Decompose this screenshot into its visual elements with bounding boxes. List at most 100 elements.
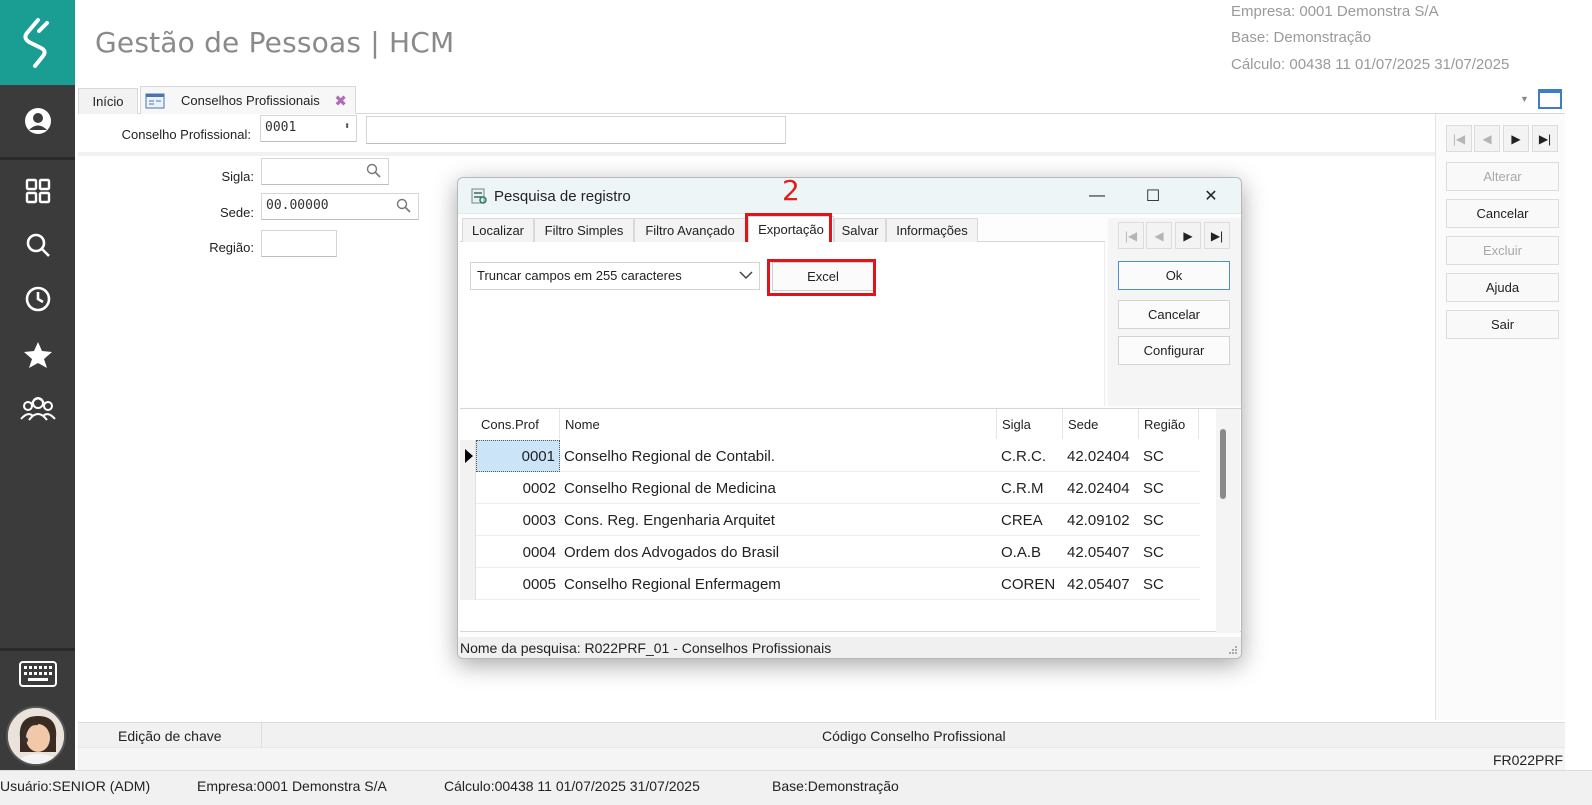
dialog-first-record-button[interactable]: |◀ bbox=[1118, 222, 1144, 249]
table-row[interactable]: 0003 Cons. Reg. Engenharia Arquitet CREA 42… bbox=[460, 504, 1200, 536]
previous-record-button[interactable]: ◀ bbox=[1474, 125, 1500, 152]
conselho-profissional-combo[interactable]: 0001 ⬍ bbox=[260, 115, 357, 142]
conselho-descricao-field[interactable] bbox=[366, 116, 786, 144]
minimize-button[interactable]: — bbox=[1082, 184, 1112, 208]
tab-salvar[interactable]: Salvar bbox=[834, 218, 886, 242]
column-header-sede[interactable]: Sede bbox=[1063, 409, 1139, 439]
regiao-cell[interactable]: SC bbox=[1143, 440, 1199, 472]
combo-stepper-icon[interactable]: ⬍ bbox=[344, 121, 350, 132]
team-support-icon[interactable] bbox=[0, 386, 75, 430]
tab-inicio[interactable]: Início bbox=[78, 88, 138, 114]
status-hint-text: Código Conselho Profissional bbox=[822, 728, 1006, 744]
tab-list-dropdown-icon[interactable]: ▼ bbox=[1520, 94, 1529, 104]
ajuda-button[interactable]: Ajuda bbox=[1446, 273, 1559, 302]
history-clock-icon[interactable] bbox=[0, 277, 75, 321]
sede-cell[interactable]: 42.02404 bbox=[1067, 440, 1139, 472]
alterar-button[interactable]: Alterar bbox=[1446, 162, 1559, 191]
tab-filtro-simples[interactable]: Filtro Simples bbox=[534, 218, 634, 242]
nome-cell[interactable]: Cons. Reg. Engenharia Arquitet bbox=[564, 504, 994, 536]
form-code-bar: FR022PRF bbox=[78, 747, 1565, 770]
sede-cell[interactable]: 42.05407 bbox=[1067, 568, 1139, 600]
cons-prof-cell[interactable]: 0003 bbox=[476, 504, 560, 536]
sigla-input[interactable] bbox=[261, 158, 389, 185]
sede-search-icon[interactable] bbox=[396, 198, 412, 214]
column-header-regiao[interactable]: Região bbox=[1139, 409, 1199, 439]
nome-cell[interactable]: Conselho Regional de Contabil. bbox=[564, 440, 994, 472]
table-row[interactable]: 0002 Conselho Regional de Medicina C.R.M 42… bbox=[460, 472, 1200, 504]
cancelar-button[interactable]: Cancelar bbox=[1446, 199, 1559, 228]
support-assistant-avatar[interactable] bbox=[6, 706, 66, 766]
keyboard-icon[interactable] bbox=[0, 652, 75, 696]
regiao-cell[interactable]: SC bbox=[1143, 504, 1199, 536]
status-mode-text: Edição de chave bbox=[118, 728, 222, 744]
cons-prof-cell[interactable]: 0005 bbox=[476, 568, 560, 600]
nome-cell[interactable]: Conselho Regional de Medicina bbox=[564, 472, 994, 504]
results-grid: Cons.Prof Nome Sigla Sede Região 0001 Con… bbox=[460, 408, 1241, 633]
tab-conselhos-label: Conselhos Profissionais bbox=[181, 93, 320, 108]
table-row[interactable]: 0001 Conselho Regional de Contabil. C.R.C.… bbox=[460, 440, 1200, 472]
regiao-cell[interactable]: SC bbox=[1143, 472, 1199, 504]
row-indicator[interactable] bbox=[460, 440, 476, 472]
row-indicator[interactable] bbox=[460, 568, 476, 600]
first-record-button[interactable]: |◀ bbox=[1446, 125, 1472, 152]
ok-button[interactable]: Ok bbox=[1118, 261, 1230, 290]
row-indicator[interactable] bbox=[460, 472, 476, 504]
sair-button[interactable]: Sair bbox=[1446, 310, 1559, 339]
favorites-star-icon[interactable] bbox=[0, 333, 75, 377]
sidebar-divider-bottom bbox=[0, 648, 75, 651]
sigla-cell[interactable]: O.A.B bbox=[1001, 536, 1063, 568]
regiao-input[interactable] bbox=[261, 230, 337, 257]
sigla-cell[interactable]: COREN bbox=[1001, 568, 1063, 600]
sede-cell[interactable]: 42.09102 bbox=[1067, 504, 1139, 536]
search-name-status: Nome da pesquisa: R022PRF_01 - Conselhos… bbox=[458, 637, 1241, 658]
regiao-cell[interactable]: SC bbox=[1143, 568, 1199, 600]
sigla-cell[interactable]: CREA bbox=[1001, 504, 1063, 536]
tab-informacoes[interactable]: Informações bbox=[886, 218, 978, 242]
sede-cell[interactable]: 42.05407 bbox=[1067, 536, 1139, 568]
senior-logo[interactable] bbox=[0, 0, 75, 85]
row-indicator[interactable] bbox=[460, 536, 476, 568]
table-row[interactable]: 0005 Conselho Regional Enfermagem COREN 42.… bbox=[460, 568, 1200, 600]
table-row[interactable]: 0004 Ordem dos Advogados do Brasil O.A.B 42… bbox=[460, 536, 1200, 568]
cons-prof-cell[interactable]: 0001 bbox=[476, 440, 560, 472]
nome-cell[interactable]: Ordem dos Advogados do Brasil bbox=[564, 536, 994, 568]
close-dialog-button[interactable]: ✕ bbox=[1196, 184, 1226, 208]
excluir-button[interactable]: Excluir bbox=[1446, 236, 1559, 265]
column-header-nome[interactable]: Nome bbox=[560, 409, 997, 439]
tab-conselhos-profissionais[interactable]: Conselhos Profissionais ✖ bbox=[140, 86, 356, 114]
tab-filtro-avancado[interactable]: Filtro Avançado bbox=[634, 218, 746, 242]
column-header-sigla[interactable]: Sigla bbox=[997, 409, 1063, 439]
cons-prof-cell[interactable]: 0002 bbox=[476, 472, 560, 504]
close-tab-icon[interactable]: ✖ bbox=[334, 92, 347, 110]
sigla-cell[interactable]: C.R.C. bbox=[1001, 440, 1063, 472]
sigla-cell[interactable]: C.R.M bbox=[1001, 472, 1063, 504]
row-indicator[interactable] bbox=[460, 504, 476, 536]
sede-cell[interactable]: 42.02404 bbox=[1067, 472, 1139, 504]
dialog-previous-record-button[interactable]: ◀ bbox=[1146, 222, 1172, 249]
last-record-button[interactable]: ▶| bbox=[1532, 125, 1558, 152]
dialog-next-record-button[interactable]: ▶ bbox=[1175, 222, 1201, 249]
form-window-icon bbox=[145, 93, 165, 108]
column-header-cons-prof[interactable]: Cons.Prof bbox=[476, 409, 560, 439]
configure-button[interactable]: Configurar bbox=[1118, 336, 1230, 365]
dialog-cancel-button[interactable]: Cancelar bbox=[1118, 300, 1230, 329]
session-empresa: Empresa:0001 Demonstra S/A bbox=[197, 778, 387, 794]
tab-localizar[interactable]: Localizar bbox=[462, 218, 534, 242]
sigla-label: Sigla: bbox=[221, 169, 254, 184]
cons-prof-cell[interactable]: 0004 bbox=[476, 536, 560, 568]
grid-scrollbar-thumb[interactable] bbox=[1220, 429, 1226, 499]
regiao-cell[interactable]: SC bbox=[1143, 536, 1199, 568]
apps-grid-icon[interactable] bbox=[0, 169, 75, 213]
maximize-button[interactable]: ☐ bbox=[1138, 184, 1168, 208]
sigla-search-icon[interactable] bbox=[366, 163, 382, 179]
dialog-title-bar[interactable]: Pesquisa de registro — ☐ ✕ bbox=[458, 178, 1241, 214]
dialog-last-record-button[interactable]: ▶| bbox=[1204, 222, 1230, 249]
nome-cell[interactable]: Conselho Regional Enfermagem bbox=[564, 568, 994, 600]
search-icon[interactable] bbox=[0, 223, 75, 267]
sede-input[interactable]: 00.00000 bbox=[261, 193, 419, 220]
next-record-button[interactable]: ▶ bbox=[1503, 125, 1529, 152]
resize-grip-icon[interactable] bbox=[1228, 645, 1238, 655]
truncate-select[interactable]: Truncar campos em 255 caracteres bbox=[470, 262, 760, 290]
user-profile-icon[interactable] bbox=[0, 99, 75, 143]
window-mode-icon[interactable] bbox=[1538, 89, 1562, 109]
